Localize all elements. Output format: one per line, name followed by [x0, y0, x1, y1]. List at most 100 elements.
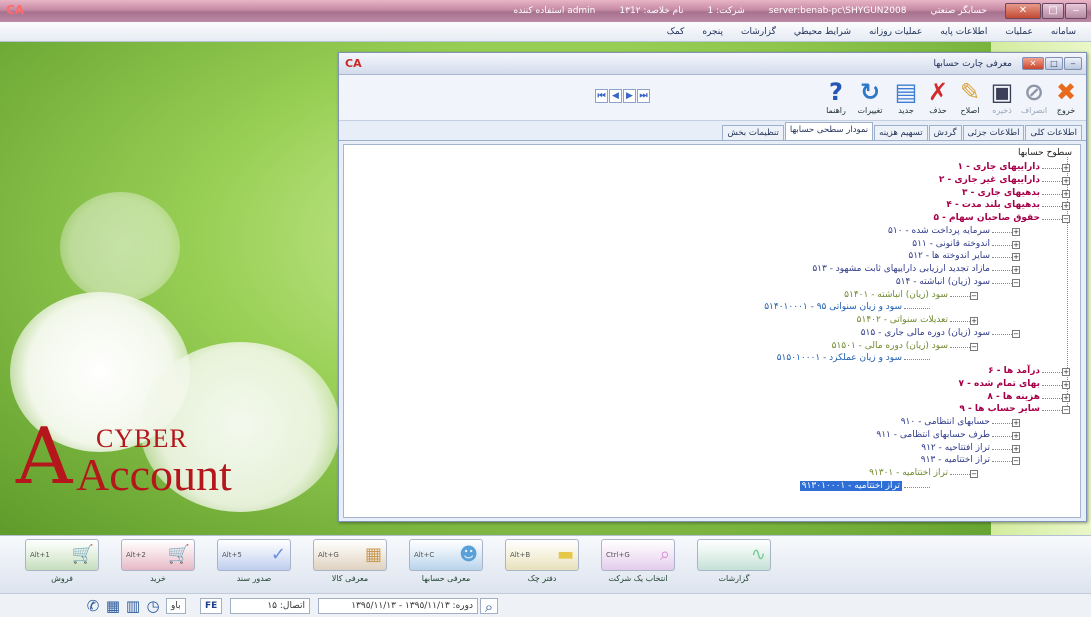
expand-icon[interactable]: +: [1062, 189, 1070, 198]
tree-node[interactable]: سود (زیان) دوره مالی - ۵۱۵۰۱: [832, 341, 948, 351]
nav-next-button[interactable]: ▶: [623, 89, 636, 103]
tree-node[interactable]: سود (زیان) دوره مالی جاری - ۵۱۵: [861, 328, 990, 338]
account-tree[interactable]: سطوح حسابها + داراییهای جاری - ۱ + داراییها…: [343, 144, 1081, 518]
tree-node[interactable]: تراز اختتامیه - ۹۱۳۰۱: [869, 468, 948, 478]
menu-item-system[interactable]: سامانه: [1042, 27, 1085, 37]
tab-general-info[interactable]: اطلاعات کلی: [1025, 125, 1082, 140]
collapse-icon[interactable]: −: [1012, 278, 1020, 287]
lang-indicator[interactable]: FE: [200, 598, 223, 614]
shortcut-cart[interactable]: Alt+2 🛒 خرید: [106, 539, 210, 593]
expand-icon[interactable]: +: [1062, 380, 1070, 389]
collapse-icon[interactable]: −: [970, 291, 978, 300]
calculator-icon[interactable]: ▦: [104, 598, 122, 614]
nav-prev-button[interactable]: ◀: [609, 89, 622, 103]
tab-account-levels-chart[interactable]: نمودار سطحی حسابها: [784, 122, 874, 140]
expand-icon[interactable]: +: [1062, 368, 1070, 376]
menu-item-reports[interactable]: گزارشات: [732, 27, 785, 37]
menu-item-window[interactable]: پنجره: [693, 27, 732, 37]
logo-mark: A: [16, 412, 73, 502]
tree-node[interactable]: سود و زیان عملکرد - ۵۱۵۰۱۰۰۰۱: [777, 353, 902, 363]
expand-icon[interactable]: +: [1062, 164, 1070, 172]
menu-item-help[interactable]: کمک: [658, 27, 694, 37]
collapse-icon[interactable]: −: [1012, 329, 1020, 338]
tree-node[interactable]: بدهیهای بلند مدت - ۴: [946, 200, 1040, 210]
shortcut-cart[interactable]: Alt+1 🛒 فروش: [10, 539, 114, 593]
tree-node[interactable]: تعدیلات سنواتی - ۵۱۴۰۲: [857, 315, 948, 325]
expand-icon[interactable]: +: [1012, 227, 1020, 236]
tree-node[interactable]: حسابهای انتظامی - ۹۱۰: [901, 417, 990, 427]
menu-item-daily-ops[interactable]: عمليات روزانه: [860, 27, 931, 37]
nav-last-button[interactable]: ⏭: [637, 89, 650, 103]
expand-icon[interactable]: +: [1012, 419, 1020, 427]
new-button[interactable]: ▤ جدید: [891, 78, 921, 115]
menu-item-base-info[interactable]: اطلاعات پايه: [931, 27, 996, 37]
shortcut-document[interactable]: Alt+5 ✓ صدور سند: [202, 539, 306, 593]
shortcut-cheque[interactable]: Alt+B ▬ دفتر چک: [490, 539, 594, 593]
save-button[interactable]: ▣ ذخيره: [987, 78, 1017, 115]
tree-node[interactable]: داراییهای غیر جاری - ۲: [939, 175, 1040, 185]
dialog-tabs: اطلاعات کلی اطلاعات جزئی گردش تسهیم هزین…: [339, 121, 1086, 141]
chat-icon[interactable]: ✆: [84, 598, 102, 614]
tree-node[interactable]: حقوق صاحبان سهام - ۵: [934, 213, 1041, 223]
dialog-maximize-button[interactable]: □: [1045, 57, 1063, 70]
collapse-icon[interactable]: −: [1012, 457, 1020, 466]
expand-icon[interactable]: +: [1012, 444, 1020, 453]
tree-node[interactable]: اندوخته قانونی - ۵۱۱: [912, 239, 990, 249]
tree-node[interactable]: داراییهای جاری - ۱: [957, 162, 1040, 172]
menu-item-operations[interactable]: عمليات: [996, 27, 1041, 37]
tree-root[interactable]: سطوح حسابها: [1018, 148, 1072, 158]
help-button[interactable]: ? راهنما: [821, 78, 851, 115]
tree-node[interactable]: درآمد ها - ۶: [988, 366, 1040, 376]
minimize-button[interactable]: ‒: [1065, 3, 1087, 19]
menu-item-environment[interactable]: شرايط محيطي: [785, 27, 860, 37]
cancel-button[interactable]: ⊘ انصراف: [1019, 78, 1049, 115]
tree-node[interactable]: تراز افتتاحیه - ۹۱۲: [921, 443, 990, 453]
shortcut-search[interactable]: Ctrl+G ⌕ انتخاب یک شرکت: [586, 539, 690, 593]
expand-icon[interactable]: +: [1012, 240, 1020, 249]
exit-button[interactable]: ✖ خروج: [1051, 78, 1081, 115]
changes-button[interactable]: ↻ تغییرات: [855, 78, 885, 115]
tab-cost-allocation[interactable]: تسهیم هزینه: [874, 125, 928, 140]
tree-node[interactable]: سایر حساب ها - ۹: [959, 404, 1040, 414]
tree-node[interactable]: سرمایه پرداخت شده - ۵۱۰: [888, 226, 990, 236]
dialog-minimize-button[interactable]: ‒: [1064, 57, 1082, 70]
tab-detail-info[interactable]: اطلاعات جزئی: [962, 125, 1025, 140]
dialog-close-button[interactable]: ✕: [1022, 57, 1044, 70]
close-button[interactable]: ✕: [1005, 3, 1041, 19]
expand-icon[interactable]: +: [1062, 393, 1070, 402]
tree-node[interactable]: سود (زیان) انباشته - ۵۱۴: [896, 277, 990, 287]
maximize-button[interactable]: □: [1042, 3, 1064, 19]
tree-node[interactable]: تراز اختتامیه - ۹۱۳: [921, 455, 990, 465]
collapse-icon[interactable]: −: [970, 470, 978, 478]
expand-icon[interactable]: +: [1012, 253, 1020, 262]
collapse-icon[interactable]: −: [1062, 215, 1070, 223]
tree-node-selected[interactable]: تراز اختتامیه - ۹۱۳۰۱۰۰۰۱: [799, 480, 902, 491]
edit-button[interactable]: ✎ اصلاح: [955, 78, 985, 115]
tree-node[interactable]: سود و زیان سنواتی ۹۵ - ۵۱۴۰۱۰۰۰۱: [764, 302, 902, 312]
collapse-icon[interactable]: −: [970, 342, 978, 351]
tab-turnover[interactable]: گردش: [928, 125, 962, 140]
clock-icon[interactable]: ◷: [144, 598, 162, 614]
expand-icon[interactable]: +: [1062, 176, 1070, 185]
calendar-icon[interactable]: ▥: [124, 598, 142, 614]
shortcut-boxes[interactable]: Alt+G ▦ معرفی کالا: [298, 539, 402, 593]
expand-icon[interactable]: +: [1012, 431, 1020, 440]
nav-first-button[interactable]: ⏮: [595, 89, 608, 103]
shortcut-people[interactable]: Alt+C ☻ معرفی حسابها: [394, 539, 498, 593]
tree-node[interactable]: مازاد تجدید ارزیابی داراییهای ثابت مشهود…: [812, 264, 990, 274]
search-icon[interactable]: ⌕: [480, 598, 498, 615]
expand-icon[interactable]: +: [1012, 266, 1020, 274]
tree-node[interactable]: بدهیهای جاری - ۳: [962, 188, 1040, 198]
tree-node[interactable]: هزینه ها - ۸: [987, 392, 1040, 402]
delete-button[interactable]: ✗ حذف: [923, 78, 953, 115]
tree-node[interactable]: طرف حسابهای انتظامی - ۹۱۱: [876, 430, 990, 440]
tree-node[interactable]: سایر اندوخته ها - ۵۱۲: [908, 251, 990, 261]
tree-node[interactable]: بهای تمام شده - ۷: [959, 379, 1040, 389]
expand-icon[interactable]: +: [1062, 202, 1070, 211]
tree-node[interactable]: سود (زیان) انباشته - ۵۱۴۰۱: [844, 290, 948, 300]
expand-icon[interactable]: +: [970, 317, 978, 325]
shortcut-chart[interactable]: ∿ گزارشات: [682, 539, 786, 593]
collapse-icon[interactable]: −: [1062, 406, 1070, 415]
tab-section-settings[interactable]: تنظیمات بخش: [722, 125, 784, 140]
period-field: دوره: ١٣٩٥/١١/١٣ - ١٣٩٥/١١/١٣: [318, 598, 478, 614]
